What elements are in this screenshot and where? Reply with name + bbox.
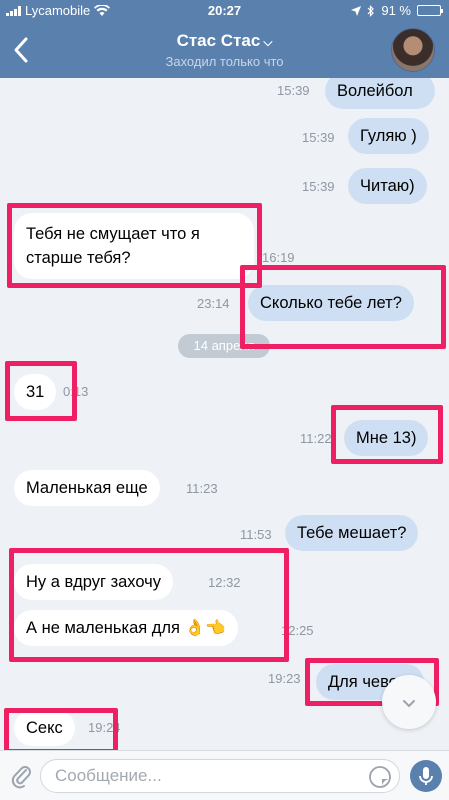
bluetooth-icon bbox=[367, 4, 375, 17]
message-time: 19:23 bbox=[268, 671, 301, 686]
message-time: 15:39 bbox=[302, 179, 335, 194]
message-time: 15:39 bbox=[277, 83, 310, 98]
message-input[interactable] bbox=[40, 759, 400, 793]
location-arrow-icon bbox=[351, 5, 362, 16]
chat-header: Стас Стас ⌵ Заходил только что bbox=[0, 22, 449, 78]
chevron-down-icon: ⌵ bbox=[263, 35, 273, 49]
contact-name: Стас Стас bbox=[176, 31, 261, 50]
microphone-icon bbox=[419, 767, 433, 785]
message-bubble-incoming[interactable]: Маленькая еще bbox=[14, 470, 160, 506]
message-bubble-outgoing[interactable]: Волейбол bbox=[325, 78, 435, 109]
scroll-down-button[interactable] bbox=[382, 675, 436, 729]
highlight-box bbox=[5, 361, 77, 421]
highlight-box bbox=[7, 203, 262, 288]
voice-record-button[interactable] bbox=[410, 760, 442, 792]
battery-percent: 91 % bbox=[381, 3, 411, 18]
status-bar: Lycamobile 20:27 91 % bbox=[0, 0, 449, 22]
last-seen-status: Заходил только что bbox=[165, 54, 284, 69]
sticker-icon[interactable] bbox=[368, 765, 392, 789]
message-bubble-outgoing[interactable]: Гуляю ) bbox=[348, 118, 429, 154]
highlight-box bbox=[4, 708, 118, 750]
message-time: 16:19 bbox=[262, 250, 295, 265]
chat-title[interactable]: Стас Стас ⌵ bbox=[0, 31, 449, 51]
message-list[interactable]: Волейбол 15:39 Гуляю ) 15:39 Читаю) 15:3… bbox=[0, 78, 449, 750]
message-bubble-outgoing[interactable]: Читаю) bbox=[348, 168, 427, 204]
message-bubble-outgoing[interactable]: Тебе мешает? bbox=[285, 515, 419, 551]
message-time: 23:14 bbox=[197, 296, 230, 311]
message-time: 11:22 bbox=[300, 431, 332, 446]
chevron-down-icon bbox=[403, 700, 415, 708]
paperclip-icon[interactable] bbox=[8, 761, 34, 789]
battery-icon bbox=[417, 5, 443, 16]
message-input-bar bbox=[0, 750, 449, 800]
highlight-box bbox=[331, 405, 443, 464]
message-time: 15:39 bbox=[302, 130, 335, 145]
highlight-box bbox=[9, 548, 289, 662]
message-time: 11:23 bbox=[186, 481, 218, 496]
message-time: 11:53 bbox=[240, 527, 272, 542]
avatar[interactable] bbox=[391, 28, 435, 72]
highlight-box bbox=[240, 265, 446, 349]
